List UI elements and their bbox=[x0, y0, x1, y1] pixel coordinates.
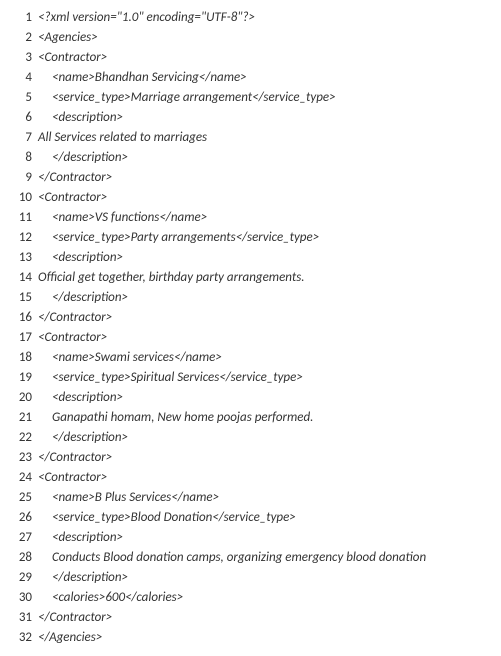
line-number: 30 bbox=[8, 588, 32, 608]
line-number: 9 bbox=[8, 168, 32, 188]
line-text: <?xml version="1.0" encoding="UTF-8"?> bbox=[32, 8, 255, 28]
line-number: 2 bbox=[8, 28, 32, 48]
code-line: 23</Contractor> bbox=[8, 448, 493, 468]
code-line: 4<name>Bhandhan Servicing</name> bbox=[8, 68, 493, 88]
line-text: <Contractor> bbox=[32, 468, 107, 488]
line-number: 12 bbox=[8, 228, 32, 248]
line-number: 20 bbox=[8, 388, 32, 408]
code-line: 5<service_type>Marriage arrangement</ser… bbox=[8, 88, 493, 108]
line-text: <Agencies> bbox=[32, 28, 98, 48]
code-line: 25<name>B Plus Services</name> bbox=[8, 488, 493, 508]
code-line: 21Ganapathi homam, New home poojas perfo… bbox=[8, 408, 493, 428]
code-line: 22</description> bbox=[8, 428, 493, 448]
code-line: 15</description> bbox=[8, 288, 493, 308]
line-number: 23 bbox=[8, 448, 32, 468]
line-number: 7 bbox=[8, 128, 32, 148]
line-text: <service_type>Spiritual Services</servic… bbox=[32, 368, 303, 388]
line-number: 13 bbox=[8, 248, 32, 268]
code-line: 1<?xml version="1.0" encoding="UTF-8"?> bbox=[8, 8, 493, 28]
code-line: 30<calories>600</calories> bbox=[8, 588, 493, 608]
line-number: 16 bbox=[8, 308, 32, 328]
line-number: 8 bbox=[8, 148, 32, 168]
line-text: All Services related to marriages bbox=[32, 128, 207, 148]
code-line: 9</Contractor> bbox=[8, 168, 493, 188]
line-number: 26 bbox=[8, 508, 32, 528]
line-number: 19 bbox=[8, 368, 32, 388]
code-line: 7All Services related to marriages bbox=[8, 128, 493, 148]
code-line: 28Conducts Blood donation camps, organiz… bbox=[8, 548, 493, 568]
line-text: <Contractor> bbox=[32, 188, 107, 208]
code-line: 18<name>Swami services</name> bbox=[8, 348, 493, 368]
line-text: Official get together, birthday party ar… bbox=[32, 268, 305, 288]
line-text: <name>Bhandhan Servicing</name> bbox=[32, 68, 247, 88]
code-line: 26<service_type>Blood Donation</service_… bbox=[8, 508, 493, 528]
code-line: 3<Contractor> bbox=[8, 48, 493, 68]
line-number: 17 bbox=[8, 328, 32, 348]
code-line: 27<description> bbox=[8, 528, 493, 548]
code-line: 2<Agencies> bbox=[8, 28, 493, 48]
xml-code-block: 1<?xml version="1.0" encoding="UTF-8"?>2… bbox=[8, 8, 493, 648]
line-text: <description> bbox=[32, 248, 123, 268]
line-number: 25 bbox=[8, 488, 32, 508]
line-number: 15 bbox=[8, 288, 32, 308]
line-text: <service_type>Blood Donation</service_ty… bbox=[32, 508, 296, 528]
line-text: <name>VS functions</name> bbox=[32, 208, 207, 228]
line-text: Conducts Blood donation camps, organizin… bbox=[32, 548, 426, 568]
line-number: 24 bbox=[8, 468, 32, 488]
line-text: </Contractor> bbox=[32, 448, 112, 468]
line-text: <description> bbox=[32, 388, 123, 408]
line-text: <service_type>Party arrangements</servic… bbox=[32, 228, 319, 248]
line-number: 5 bbox=[8, 88, 32, 108]
line-number: 14 bbox=[8, 268, 32, 288]
line-number: 29 bbox=[8, 568, 32, 588]
line-number: 21 bbox=[8, 408, 32, 428]
code-line: 8</description> bbox=[8, 148, 493, 168]
line-text: <description> bbox=[32, 108, 123, 128]
line-text: </description> bbox=[32, 568, 128, 588]
code-line: 29</description> bbox=[8, 568, 493, 588]
code-line: 13<description> bbox=[8, 248, 493, 268]
line-text: </Contractor> bbox=[32, 608, 112, 628]
line-number: 11 bbox=[8, 208, 32, 228]
line-number: 32 bbox=[8, 628, 32, 648]
line-text: </Contractor> bbox=[32, 168, 112, 188]
line-number: 18 bbox=[8, 348, 32, 368]
code-line: 31</Contractor> bbox=[8, 608, 493, 628]
code-line: 24<Contractor> bbox=[8, 468, 493, 488]
code-line: 12<service_type>Party arrangements</serv… bbox=[8, 228, 493, 248]
line-text: </description> bbox=[32, 148, 128, 168]
code-line: 14Official get together, birthday party … bbox=[8, 268, 493, 288]
line-number: 1 bbox=[8, 8, 32, 28]
line-text: <name>B Plus Services</name> bbox=[32, 488, 219, 508]
line-text: </description> bbox=[32, 428, 128, 448]
line-number: 22 bbox=[8, 428, 32, 448]
code-line: 16</Contractor> bbox=[8, 308, 493, 328]
line-text: </Agencies> bbox=[32, 628, 102, 648]
code-line: 11<name>VS functions</name> bbox=[8, 208, 493, 228]
line-number: 4 bbox=[8, 68, 32, 88]
line-number: 3 bbox=[8, 48, 32, 68]
line-number: 28 bbox=[8, 548, 32, 568]
line-text: <name>Swami services</name> bbox=[32, 348, 222, 368]
code-line: 32</Agencies> bbox=[8, 628, 493, 648]
code-line: 6<description> bbox=[8, 108, 493, 128]
code-line: 10<Contractor> bbox=[8, 188, 493, 208]
line-text: <calories>600</calories> bbox=[32, 588, 183, 608]
line-number: 6 bbox=[8, 108, 32, 128]
line-text: </Contractor> bbox=[32, 308, 112, 328]
line-text: <Contractor> bbox=[32, 328, 107, 348]
line-text: <Contractor> bbox=[32, 48, 107, 68]
line-text: </description> bbox=[32, 288, 128, 308]
code-line: 19<service_type>Spiritual Services</serv… bbox=[8, 368, 493, 388]
code-line: 20<description> bbox=[8, 388, 493, 408]
code-line: 17<Contractor> bbox=[8, 328, 493, 348]
line-number: 10 bbox=[8, 188, 32, 208]
line-number: 27 bbox=[8, 528, 32, 548]
line-text: <description> bbox=[32, 528, 123, 548]
line-text: Ganapathi homam, New home poojas perform… bbox=[32, 408, 313, 428]
line-text: <service_type>Marriage arrangement</serv… bbox=[32, 88, 336, 108]
line-number: 31 bbox=[8, 608, 32, 628]
